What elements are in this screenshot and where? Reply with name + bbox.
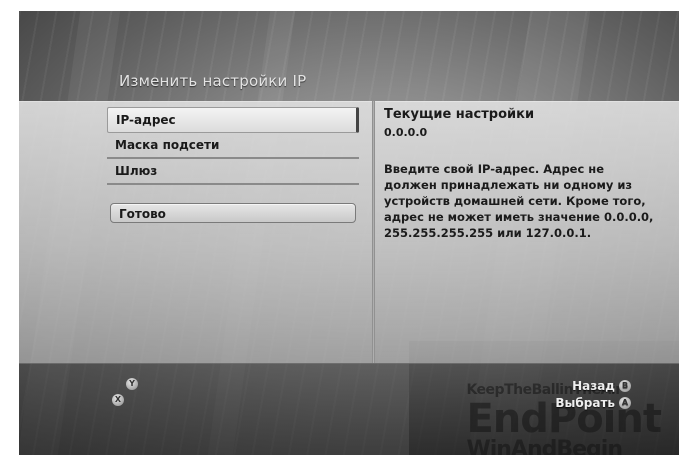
done-button[interactable]: Готово	[110, 203, 356, 223]
menu-item-subnet-mask[interactable]: Маска подсети	[107, 133, 359, 159]
back-action[interactable]: Назад B	[555, 377, 631, 394]
y-button-icon: Y	[126, 378, 138, 390]
panel-divider	[372, 101, 375, 363]
a-button-icon: A	[619, 396, 631, 409]
help-description: Введите свой IP-адрес. Адрес не должен п…	[384, 162, 654, 240]
settings-menu: IP-адрес Маска подсети Шлюз	[107, 107, 359, 185]
back-label: Назад	[572, 378, 615, 393]
menu-item-label: Маска подсети	[115, 138, 220, 152]
select-label: Выбрать	[555, 395, 615, 410]
menu-item-gateway[interactable]: Шлюз	[107, 159, 359, 185]
b-button-icon: B	[619, 379, 631, 392]
menu-item-ip-address[interactable]: IP-адрес	[107, 107, 359, 133]
current-settings-title: Текущие настройки	[384, 107, 535, 122]
button-legend: Назад B Выбрать A	[555, 377, 631, 411]
menu-item-label: IP-адрес	[116, 113, 176, 127]
x-button-icon: X	[112, 394, 124, 406]
menu-item-label: Шлюз	[115, 164, 158, 178]
xbox-dashboard-screen: Изменить настройки IP IP-адрес Маска под…	[19, 11, 679, 455]
info-panel: Текущие настройки 0.0.0.0 Введите свой I…	[384, 107, 654, 241]
current-ip-value: 0.0.0.0	[384, 126, 428, 139]
select-action[interactable]: Выбрать A	[555, 394, 631, 411]
page-title: Изменить настройки IP	[119, 72, 307, 90]
